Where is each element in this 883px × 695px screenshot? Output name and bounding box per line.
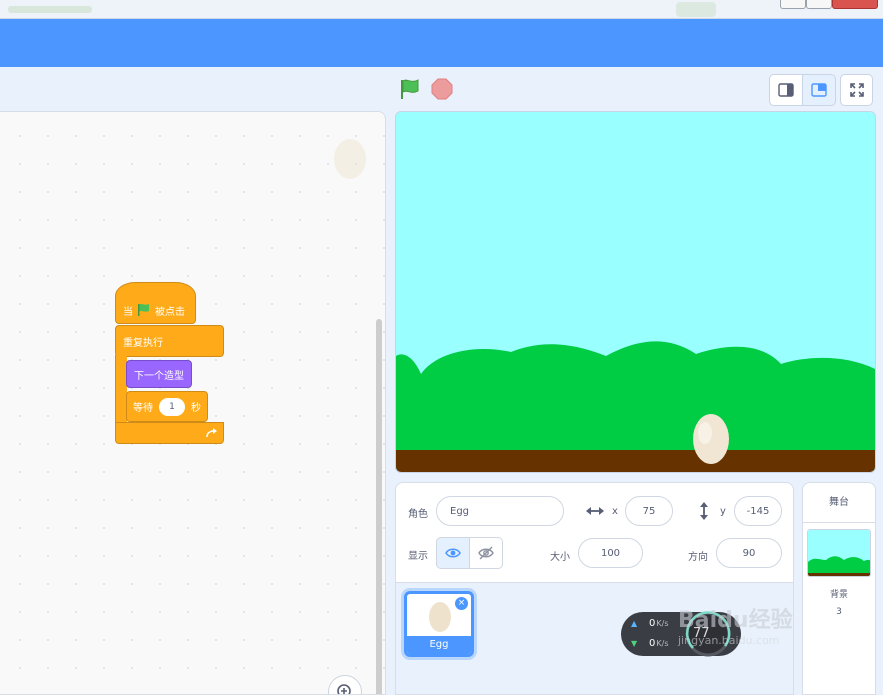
- small-stage-button[interactable]: [769, 74, 803, 106]
- window-maximize-button[interactable]: [806, 0, 832, 9]
- forever-block[interactable]: 重复执行: [115, 325, 224, 357]
- download-speed-row: ▼ 0 K/s: [631, 638, 668, 649]
- backdrop-count: 3: [836, 607, 842, 617]
- size-label: 大小: [550, 552, 570, 563]
- when-flag-clicked-block[interactable]: 当 被点击: [115, 282, 196, 324]
- download-arrow-icon: ▼: [631, 639, 638, 648]
- upload-speed-unit: K/s: [656, 619, 669, 628]
- y-arrow-icon: [700, 502, 708, 520]
- wait-label: 等待: [133, 403, 153, 414]
- show-label: 显示: [408, 551, 428, 562]
- eye-slash-icon: [478, 546, 494, 560]
- window-titlebar: [0, 0, 883, 19]
- hat-block-clicked-label: 被点击: [155, 306, 185, 318]
- x-position-input[interactable]: 75: [625, 496, 673, 526]
- menu-bar: [0, 19, 883, 67]
- forever-block-bottom: [115, 422, 224, 444]
- window-close-button[interactable]: [832, 0, 878, 9]
- small-stage-icon: [778, 83, 794, 97]
- window-minimize-button[interactable]: [780, 0, 806, 9]
- y-label: y: [720, 506, 726, 517]
- next-costume-label: 下一个造型: [134, 370, 184, 382]
- eye-icon: [445, 548, 461, 558]
- titlebar-blurred-text: [8, 6, 92, 13]
- large-stage-button[interactable]: [802, 74, 836, 106]
- size-input[interactable]: 100: [578, 538, 643, 568]
- download-speed-value: 0: [649, 638, 656, 649]
- watermark-brand: Baidu经验: [678, 608, 793, 633]
- sprite-tile-egg[interactable]: × Egg: [404, 591, 474, 657]
- code-workspace[interactable]: 当 被点击 重复执行 下一个造型 等待 1 秒: [0, 111, 386, 695]
- loop-arrow-icon: [206, 428, 217, 438]
- code-scrollbar[interactable]: [376, 319, 382, 694]
- wait-unit-label: 秒: [191, 403, 201, 414]
- stage-canvas[interactable]: [395, 111, 876, 473]
- download-speed-unit: K/s: [656, 639, 669, 648]
- wait-seconds-input[interactable]: 1: [159, 397, 185, 416]
- next-costume-block[interactable]: 下一个造型: [126, 360, 192, 388]
- large-stage-icon: [811, 83, 827, 97]
- hat-block-when-label: 当: [123, 306, 133, 318]
- stage-target-panel[interactable]: 舞台 背景 3: [802, 482, 876, 695]
- backdrop-label: 背景: [829, 590, 848, 600]
- sprite-label: 角色: [408, 509, 428, 520]
- green-flag-icon[interactable]: [398, 78, 422, 100]
- watermark-url: jingyan.baidu.com: [678, 634, 780, 647]
- direction-input[interactable]: 90: [716, 538, 782, 568]
- egg-sprite-on-stage: [693, 414, 729, 464]
- y-position-input[interactable]: -145: [734, 496, 782, 526]
- x-label: x: [612, 506, 618, 517]
- hide-sprite-button[interactable]: [469, 537, 503, 569]
- zoom-in-icon: [337, 684, 351, 694]
- direction-label: 方向: [688, 552, 708, 563]
- upload-speed-value: 0: [649, 618, 656, 629]
- sprite-watermark-egg-icon: [334, 139, 366, 179]
- baidu-watermark: Baidu经验 jingyan.baidu.com: [678, 602, 793, 647]
- sprite-tile-label: Egg: [407, 636, 471, 654]
- sprite-info-panel: 角色 Egg x 75 y -145 显示 大小 100 方向 90: [395, 482, 794, 583]
- fullscreen-icon: [849, 83, 864, 97]
- sprite-name-input[interactable]: Egg: [436, 496, 564, 526]
- stop-icon[interactable]: [431, 78, 453, 100]
- backdrop-thumbnail-image: [808, 530, 870, 576]
- titlebar-blurred-icon: [676, 2, 716, 17]
- stage-panel-title: 舞台: [803, 483, 875, 523]
- backdrop-thumbnail[interactable]: [807, 529, 871, 577]
- delete-sprite-button[interactable]: ×: [455, 597, 468, 610]
- x-arrow-icon: [586, 507, 604, 515]
- forever-block-label: 重复执行: [123, 337, 163, 349]
- block-green-flag-icon: [138, 304, 149, 316]
- fullscreen-button[interactable]: [840, 74, 873, 106]
- egg-thumbnail-icon: [429, 602, 451, 632]
- show-sprite-button[interactable]: [436, 537, 470, 569]
- upload-speed-row: ▲ 0 K/s: [631, 618, 668, 629]
- wait-block[interactable]: 等待 1 秒: [126, 391, 208, 422]
- zoom-in-button[interactable]: [328, 675, 362, 694]
- upload-arrow-icon: ▲: [631, 619, 638, 628]
- stage-backdrop: [396, 112, 875, 472]
